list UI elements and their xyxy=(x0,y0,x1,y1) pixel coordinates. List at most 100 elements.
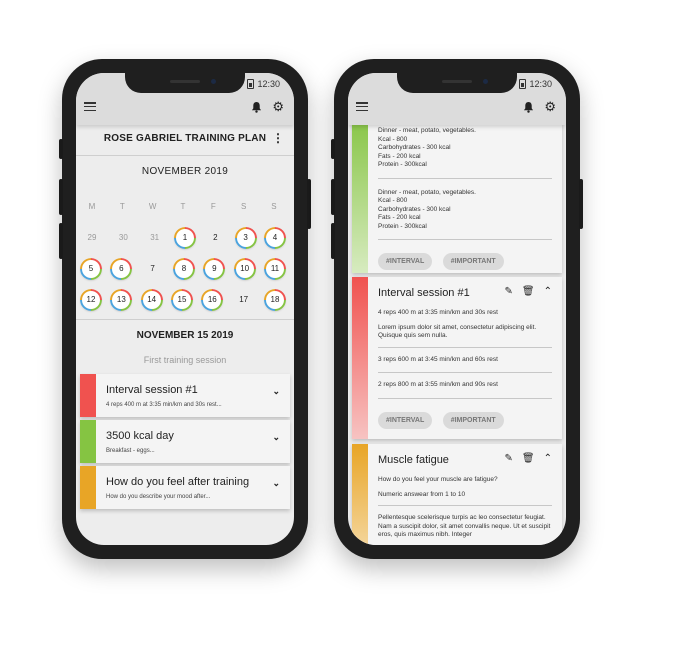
calendar-day-with-sessions[interactable]: 4 xyxy=(264,227,285,248)
plan-title: ROSE GABRIEL TRAINING PLAN xyxy=(103,133,267,144)
card-color-stripe xyxy=(352,444,368,545)
calendar-day[interactable]: 17 xyxy=(233,289,255,311)
card-nutrition[interactable]: Dinner - meat, potato, vegetables. Kcal … xyxy=(352,113,562,273)
chevron-down-icon[interactable]: ⌄ xyxy=(272,386,280,397)
tag-chip[interactable]: #IMPORTANT xyxy=(442,253,504,270)
left-screen: 12:30 ⚙ ROSE GABRIEL TRAINING PLAN ⋮ NOV… xyxy=(76,73,294,545)
edit-icon[interactable]: ✎ xyxy=(505,453,513,464)
card-feel-after-training[interactable]: How do you feel after training How do yo… xyxy=(80,466,290,509)
card-interval-session-expanded[interactable]: Interval session #1 ✎ 🗑 ⌃ 4 reps 400 m a… xyxy=(352,277,562,439)
card-color-stripe xyxy=(80,466,96,509)
right-phone: 12:30 ⚙ Dinner - meat, potato, vegetable… xyxy=(331,59,583,559)
chevron-down-icon[interactable]: ⌄ xyxy=(272,478,280,489)
chevron-down-icon[interactable]: ⌄ xyxy=(272,432,280,443)
interval-line: 3 reps 600 m at 3:45 min/km and 60s rest xyxy=(378,355,498,363)
calendar-day-with-sessions[interactable]: 3 xyxy=(235,227,256,248)
calendar-day[interactable]: 31 xyxy=(144,227,166,249)
calendar-day-with-sessions[interactable]: 16 xyxy=(202,289,223,310)
weekday-label: W xyxy=(148,202,157,211)
divider xyxy=(378,397,552,399)
divider xyxy=(378,505,552,506)
weekday-label: S xyxy=(271,202,277,211)
menu-icon[interactable] xyxy=(84,102,96,111)
calendar-day-with-sessions[interactable]: 15 xyxy=(171,289,192,310)
status-bar: 12:30 xyxy=(247,79,280,89)
nutrition-line: Protein - 300kcal xyxy=(378,161,427,168)
divider xyxy=(378,177,552,179)
lorem-text: Lorem ipsum dolor sit amet, consectetur … xyxy=(378,323,537,340)
battery-icon xyxy=(247,79,255,89)
gear-icon[interactable]: ⚙ xyxy=(544,100,556,113)
notch xyxy=(125,73,245,93)
notch xyxy=(397,73,517,93)
calendar-day-with-sessions[interactable]: 6 xyxy=(111,258,132,279)
card-color-stripe xyxy=(80,374,96,417)
tag-chip[interactable]: #INTERVAL xyxy=(378,253,433,270)
nutrition-line: Fats - 200 kcal xyxy=(378,214,421,221)
volume-up-button xyxy=(331,179,335,215)
calendar-day[interactable]: 29 xyxy=(81,227,103,249)
fatigue-answer-format: Numeric answear from 1 to 10 xyxy=(378,490,466,498)
weekday-label: M xyxy=(88,202,96,211)
weekday-label: F xyxy=(210,202,216,211)
power-button xyxy=(579,179,583,229)
calendar-day-with-sessions[interactable]: 1 xyxy=(174,227,195,248)
calendar-day-with-sessions[interactable]: 14 xyxy=(141,289,162,310)
weekday-label: S xyxy=(240,202,247,211)
selected-date: NOVEMBER 15 2019 xyxy=(136,330,234,341)
card-title: Muscle fatigue xyxy=(378,454,449,466)
chevron-up-icon[interactable]: ⌃ xyxy=(544,286,552,297)
calendar-day-with-sessions[interactable]: 11 xyxy=(264,258,285,279)
edit-icon[interactable]: ✎ xyxy=(505,286,513,297)
nutrition-block: Dinner - meat, potato, vegetables. Kcal … xyxy=(378,127,552,170)
calendar-day-with-sessions[interactable]: 10 xyxy=(234,258,255,279)
card-title: How do you feel after training xyxy=(106,476,250,488)
chevron-up-icon[interactable]: ⌃ xyxy=(544,453,552,464)
tag-chip[interactable]: #INTERVAL xyxy=(378,411,433,429)
left-phone: 12:30 ⚙ ROSE GABRIEL TRAINING PLAN ⋮ NOV… xyxy=(59,59,311,559)
calendar-day[interactable]: 30 xyxy=(112,227,134,249)
trash-icon[interactable]: 🗑 xyxy=(522,286,535,297)
month-title: NOVEMBER 2019 xyxy=(141,166,229,177)
weekday-row: MTWTFSS xyxy=(81,191,285,222)
divider xyxy=(378,239,552,240)
card-color-stripe xyxy=(352,113,368,273)
fatigue-body: Pellentesque scelerisque turpis ac leo c… xyxy=(378,514,551,538)
status-time: 12:30 xyxy=(529,79,552,89)
week-row: 29 30 31 1 2 3 4 xyxy=(81,222,285,253)
trash-icon[interactable]: 🗑 xyxy=(522,453,535,464)
card-kcal-day[interactable]: 3500 kcal day Breakfast - eggs... ⌄ xyxy=(80,420,290,463)
gear-icon[interactable]: ⚙ xyxy=(272,100,284,113)
weekday-label: T xyxy=(119,202,125,211)
nutrition-line: Fats - 200 kcal xyxy=(378,152,421,160)
card-color-stripe xyxy=(80,420,96,463)
nutrition-line: Dinner - meat, potato, vegetables. xyxy=(378,188,476,196)
divider xyxy=(378,346,552,348)
volume-up-button xyxy=(59,179,63,215)
divider xyxy=(378,372,552,373)
week-row: 12 13 14 15 16 17 18 xyxy=(81,284,285,315)
calendar-day-with-sessions[interactable]: 12 xyxy=(81,289,101,310)
tag-chip[interactable]: #IMPORTANT xyxy=(442,411,504,429)
calendar-day-with-sessions[interactable]: 18 xyxy=(264,289,285,310)
calendar-day-with-sessions[interactable]: 8 xyxy=(173,258,194,279)
calendar-day-with-sessions[interactable]: 5 xyxy=(81,258,101,279)
nutrition-line: Protein - 300kcal xyxy=(378,222,427,230)
bell-icon[interactable] xyxy=(523,101,534,113)
divider xyxy=(76,155,294,156)
battery-icon xyxy=(519,79,527,89)
bell-icon[interactable] xyxy=(251,101,262,113)
calendar-day[interactable]: 7 xyxy=(142,258,164,280)
status-bar: 12:30 xyxy=(519,79,552,89)
calendar-day-with-sessions[interactable]: 13 xyxy=(111,289,132,310)
nutrition-block: Dinner - meat, potato, vegetables. Kcal … xyxy=(378,189,552,232)
nutrition-line: Carbohydrates - 300 kcal xyxy=(378,144,451,151)
calendar-day-with-sessions[interactable]: 9 xyxy=(204,258,225,279)
card-title: Interval session #1 xyxy=(106,384,198,396)
more-options-icon[interactable]: ⋮ xyxy=(272,132,284,144)
card-muscle-fatigue[interactable]: Muscle fatigue ✎ 🗑 ⌃ How do you feel you… xyxy=(352,444,562,545)
card-interval-session[interactable]: Interval session #1 4 reps 400 m at 3:35… xyxy=(80,374,290,417)
card-subtitle: 4 reps 400 m at 3:35 min/km and 30s rest… xyxy=(106,402,222,408)
calendar-day[interactable]: 2 xyxy=(204,227,226,249)
menu-icon[interactable] xyxy=(356,102,368,111)
